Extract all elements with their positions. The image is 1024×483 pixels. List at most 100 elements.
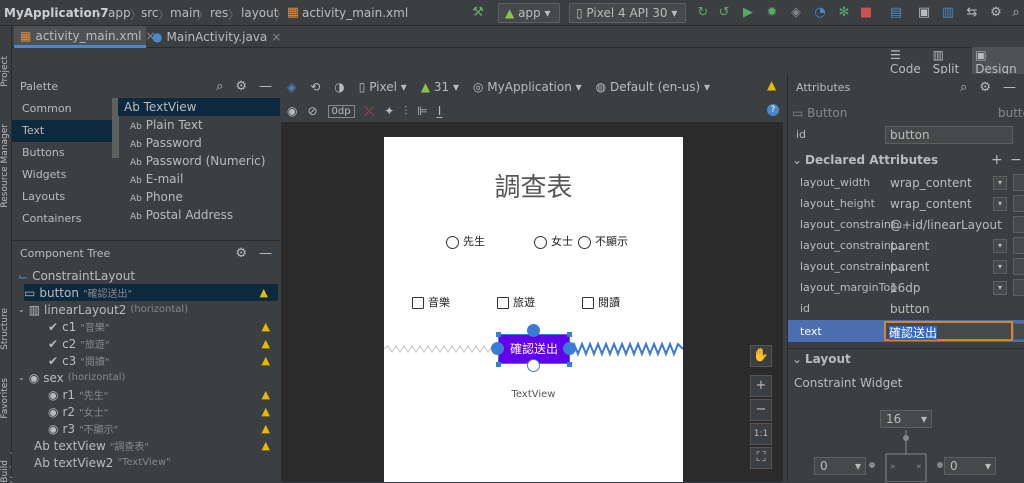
- checkbox-c3[interactable]: 閱讀: [582, 294, 620, 310]
- margin-right-select[interactable]: 0 ▾: [944, 457, 996, 475]
- attr-value[interactable]: parent: [890, 239, 929, 253]
- top-anchor-handle[interactable]: [527, 324, 540, 337]
- layout-section-header[interactable]: ⌄ Layout: [788, 348, 1024, 369]
- zoom-out-icon[interactable]: −: [750, 399, 772, 421]
- tree-node-textview2[interactable]: Ab textView2 "TextView": [34, 454, 280, 471]
- orientation-icon[interactable]: ⟲: [310, 80, 320, 94]
- attach-debugger-icon[interactable]: ✻: [836, 5, 852, 21]
- project-tool-button[interactable]: Project: [0, 56, 12, 87]
- baseline-icon[interactable]: I̲: [438, 104, 442, 118]
- layout-inspector-icon[interactable]: ▣: [916, 5, 932, 21]
- gear-icon[interactable]: ⚙: [235, 246, 247, 261]
- resize-handle-bottom-right[interactable]: [567, 362, 572, 367]
- breadcrumb-src[interactable]: src: [141, 6, 159, 20]
- palette-category-layouts[interactable]: Layouts: [12, 186, 112, 208]
- zoom-actual-size-icon[interactable]: 1:1: [750, 423, 772, 445]
- warning-icon[interactable]: ▲: [262, 388, 270, 401]
- attr-value[interactable]: 16dp: [890, 281, 921, 295]
- sync-icon[interactable]: ⇆: [964, 5, 980, 21]
- eye-icon[interactable]: ◉: [287, 104, 297, 118]
- close-icon[interactable]: ×: [271, 30, 281, 44]
- warning-icon[interactable]: ▲: [262, 439, 270, 452]
- pan-icon[interactable]: ✋: [750, 345, 772, 367]
- dropdown-icon[interactable]: ▾: [993, 175, 1007, 190]
- radio-r2[interactable]: 女士: [534, 233, 573, 249]
- tree-node-c2[interactable]: ✔ c2 "旅遊" ▲: [48, 335, 280, 352]
- breadcrumb-project[interactable]: MyApplication7: [4, 6, 109, 20]
- survey-title[interactable]: 調查表: [384, 167, 683, 204]
- resize-handle-top-right[interactable]: [567, 332, 572, 337]
- hammer-icon[interactable]: ⚒: [470, 5, 486, 21]
- breadcrumb-main[interactable]: main: [170, 6, 200, 20]
- attr-row-id[interactable]: id button: [788, 298, 1024, 319]
- palette-item-password-numeric[interactable]: Ab Password (Numeric): [118, 152, 280, 170]
- right-anchor-handle[interactable]: [563, 342, 576, 355]
- sdk-manager-icon[interactable]: ▥: [940, 5, 956, 21]
- palette-category-widgets[interactable]: Widgets: [12, 164, 112, 186]
- id-field[interactable]: button: [885, 125, 1013, 144]
- add-attribute-icon[interactable]: +: [991, 152, 1003, 168]
- minimize-icon[interactable]: —: [259, 79, 272, 94]
- theme-select[interactable]: ◎ MyApplication ▾: [473, 80, 582, 94]
- phone-preview[interactable]: 調查表 先生 女士 不顯示 音樂 旅遊 閱讀 TextView: [384, 137, 683, 482]
- palette-item-plain-text[interactable]: Ab Plain Text: [118, 116, 280, 134]
- zoom-in-icon[interactable]: +: [750, 375, 772, 397]
- warning-icon[interactable]: ▲: [262, 354, 270, 367]
- palette-category-common[interactable]: Common: [12, 98, 112, 120]
- attr-extra-button[interactable]: [1013, 322, 1024, 340]
- palette-item-password[interactable]: Ab Password: [118, 134, 280, 152]
- margin-left-select[interactable]: 0 ▾: [814, 457, 866, 475]
- warning-icon[interactable]: ▲: [262, 422, 270, 435]
- minimize-icon[interactable]: —: [1003, 80, 1016, 95]
- palette-item-email[interactable]: Ab E-mail: [118, 170, 280, 188]
- profile-icon[interactable]: ◔: [812, 5, 828, 21]
- attr-value[interactable]: button: [890, 302, 930, 316]
- clear-constraints-icon[interactable]: ⤫: [365, 104, 375, 119]
- collapse-chevron-icon[interactable]: ⌄: [792, 352, 802, 366]
- align-icon[interactable]: ⊫: [417, 104, 427, 118]
- locale-select[interactable]: ◍ Default (en-us) ▾: [596, 80, 710, 94]
- attr-value[interactable]: wrap_content: [890, 197, 972, 211]
- attr-row-layout-width[interactable]: layout_width wrap_content ▾: [788, 172, 1024, 193]
- attr-value[interactable]: @+id/linearLayout: [890, 218, 1002, 232]
- code-view-button[interactable]: ☰ Code: [890, 48, 927, 76]
- breadcrumb-file[interactable]: activity_main.xml: [302, 6, 408, 20]
- favorites-tool-button[interactable]: Favorites: [0, 378, 12, 419]
- palette-item-postal-address[interactable]: Ab Postal Address: [118, 206, 280, 224]
- bottom-anchor-handle[interactable]: [527, 359, 540, 372]
- attr-row-margin-top[interactable]: layout_marginTop 16dp ▾: [788, 277, 1024, 298]
- radio-r3[interactable]: 不顯示: [578, 233, 628, 249]
- stop-icon[interactable]: ■: [858, 5, 874, 21]
- tree-node-constraintlayout[interactable]: ⌙ ConstraintLayout: [18, 267, 274, 284]
- attr-value[interactable]: wrap_content: [890, 176, 972, 190]
- margin-top-select[interactable]: 16 ▾: [880, 410, 932, 428]
- search-icon[interactable]: ⌕: [216, 79, 223, 94]
- breadcrumb-layout[interactable]: layout: [241, 6, 278, 20]
- resize-handle-top-left[interactable]: [496, 332, 501, 337]
- night-mode-icon[interactable]: ◑: [334, 80, 344, 94]
- guidelines-icon[interactable]: ⫶: [404, 104, 407, 119]
- attr-row-constraint-end[interactable]: layout_constraint... parent ▾: [788, 256, 1024, 277]
- apply-changes-icon[interactable]: ↻: [695, 5, 711, 21]
- palette-category-buttons[interactable]: Buttons: [12, 142, 112, 164]
- warning-icon[interactable]: ▲: [260, 286, 268, 299]
- left-anchor-handle[interactable]: [491, 342, 504, 355]
- layers-icon[interactable]: ◈: [287, 80, 296, 94]
- palette-item-phone[interactable]: Ab Phone: [118, 188, 280, 206]
- search-everywhere-icon[interactable]: ⌕: [1008, 5, 1024, 21]
- warning-icon[interactable]: ▲: [262, 405, 270, 418]
- checkbox-c2[interactable]: 旅遊: [497, 294, 535, 310]
- tab-activity-main[interactable]: ▦ activity_main.xml ×: [14, 26, 156, 48]
- tree-node-button[interactable]: ▭ button "確認送出" ▲: [24, 284, 278, 301]
- api-select[interactable]: ▲ 31 ▾: [421, 80, 459, 94]
- textview2[interactable]: TextView: [384, 389, 683, 400]
- help-icon[interactable]: ?: [767, 104, 779, 116]
- palette-category-text[interactable]: Text: [12, 120, 112, 142]
- device-select[interactable]: ▯ Pixel ▾: [359, 80, 407, 94]
- resize-handle-bottom-left[interactable]: [496, 362, 501, 367]
- attr-extra-button[interactable]: [1013, 279, 1024, 296]
- gear-icon[interactable]: ⚙: [235, 79, 247, 94]
- warning-icon[interactable]: ▲: [767, 78, 776, 92]
- gradle-icon[interactable]: ⚙: [988, 5, 1004, 21]
- text-attribute-field[interactable]: 確認送出: [884, 321, 1013, 341]
